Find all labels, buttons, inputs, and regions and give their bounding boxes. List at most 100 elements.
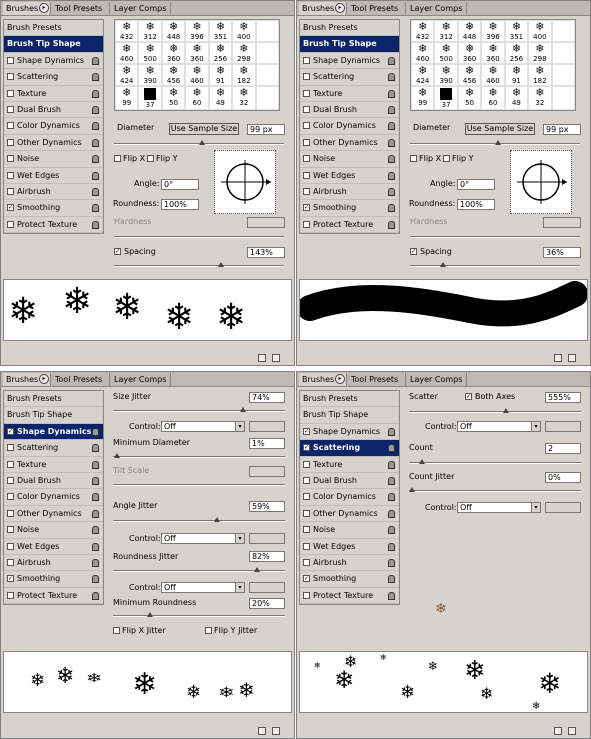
brush-tip-cell[interactable]: ❄ 32 bbox=[528, 86, 552, 110]
list-item-dual-brush[interactable]: Dual Brush bbox=[300, 473, 399, 490]
control-dropdown[interactable]: Off ▾ bbox=[161, 421, 245, 432]
slider-knob[interactable] bbox=[503, 408, 509, 413]
brush-tip-cell[interactable]: ❄ 256 bbox=[504, 42, 529, 64]
dual-brush-checkbox[interactable] bbox=[7, 105, 14, 113]
lock-icon[interactable] bbox=[388, 171, 395, 180]
lock-icon[interactable] bbox=[92, 509, 99, 518]
flip-y-checkbox[interactable] bbox=[147, 155, 154, 162]
brush-tip-cell[interactable]: ❄ 460 bbox=[481, 64, 505, 86]
list-item-wet-edges[interactable]: Wet Edges bbox=[4, 539, 103, 555]
airbrush-checkbox[interactable] bbox=[303, 558, 310, 566]
noise-checkbox[interactable] bbox=[303, 526, 310, 534]
brush-tip-cell[interactable]: ❄ 432 bbox=[115, 20, 139, 42]
lock-icon[interactable] bbox=[388, 138, 395, 147]
slider-knob[interactable] bbox=[440, 262, 446, 267]
lock-icon[interactable] bbox=[92, 460, 99, 469]
list-item-brush-tip-shape[interactable]: Brush Tip Shape bbox=[300, 36, 399, 53]
brush-tip-cell[interactable]: ❄ 182 bbox=[528, 64, 552, 86]
brush-tip-cell[interactable]: ❄ 396 bbox=[481, 20, 505, 42]
brush-tip-cell[interactable]: ❄ 456 bbox=[161, 64, 186, 86]
tab-tool-presets[interactable]: Tool Presets bbox=[52, 373, 110, 386]
list-item-scattering[interactable]: ✓ Scattering bbox=[300, 440, 399, 457]
use-sample-size-button[interactable]: Use Sample Size bbox=[465, 123, 535, 135]
list-item-shape-dynamics[interactable]: Shape Dynamics bbox=[300, 53, 399, 70]
flip-x-jitter-checkbox[interactable] bbox=[113, 627, 120, 634]
list-item-wet-edges[interactable]: Wet Edges bbox=[300, 539, 399, 555]
trash-icon[interactable] bbox=[272, 354, 280, 362]
list-item-noise[interactable]: Noise bbox=[300, 151, 399, 168]
brush-tip-cell[interactable]: ❄ 460 bbox=[411, 42, 435, 64]
lock-icon[interactable] bbox=[92, 105, 99, 114]
roundness-jitter-field[interactable]: 82% bbox=[249, 551, 285, 562]
lock-icon[interactable] bbox=[92, 558, 99, 567]
list-item-airbrush[interactable]: Airbrush bbox=[4, 184, 103, 201]
min-diameter-slider[interactable] bbox=[113, 453, 285, 458]
list-item-color-dynamics[interactable]: Color Dynamics bbox=[300, 489, 399, 506]
lock-icon[interactable] bbox=[388, 105, 395, 114]
lock-icon[interactable] bbox=[388, 73, 395, 82]
brush-tip-cell[interactable]: ❄ 360 bbox=[185, 42, 209, 64]
panel-menu-icon[interactable]: ▸ bbox=[39, 3, 49, 13]
brush-tip-cell[interactable]: ❄ 424 bbox=[115, 64, 139, 86]
lock-icon[interactable] bbox=[388, 575, 395, 584]
color-dynamics-checkbox[interactable] bbox=[7, 122, 14, 130]
list-item-brush-tip-shape[interactable]: Brush Tip Shape bbox=[4, 407, 103, 424]
slider-knob[interactable] bbox=[409, 487, 415, 492]
dual-brush-checkbox[interactable] bbox=[303, 476, 310, 484]
dual-brush-checkbox[interactable] bbox=[303, 105, 310, 113]
brush-tip-cell[interactable]: ❄ 91 bbox=[208, 64, 233, 86]
lock-icon[interactable] bbox=[92, 171, 99, 180]
scatter-field[interactable]: 555% bbox=[545, 392, 581, 403]
panel-menu-icon[interactable]: ▸ bbox=[39, 374, 49, 384]
angle-jitter-field[interactable]: 59% bbox=[249, 501, 285, 512]
brush-tip-cell[interactable]: ❄ 432 bbox=[411, 20, 435, 42]
tab-tool-presets[interactable]: Tool Presets bbox=[348, 373, 406, 386]
brush-tip-grid[interactable]: ❄ 432 ❄ 312 ❄ 448 ❄ 396 ❄ 351 ❄ 400 ❄ 460 ❄ 500 … bbox=[114, 19, 280, 111]
brush-tip-cell[interactable]: ❄ 49 bbox=[504, 86, 529, 110]
list-item-smoothing[interactable]: ✓ Smoothing bbox=[300, 200, 399, 217]
list-item-texture[interactable]: Texture bbox=[4, 86, 103, 102]
brush-tip-cell[interactable]: ❄ 60 bbox=[481, 86, 505, 110]
trash-icon[interactable] bbox=[568, 727, 576, 735]
lock-icon[interactable] bbox=[92, 591, 99, 600]
brush-tip-cell[interactable] bbox=[255, 86, 279, 110]
list-item-texture[interactable]: Texture bbox=[300, 86, 399, 102]
list-item-dual-brush[interactable]: Dual Brush bbox=[300, 102, 399, 119]
slider-knob[interactable] bbox=[214, 517, 220, 522]
brush-tip-cell[interactable] bbox=[551, 20, 575, 42]
lock-icon[interactable] bbox=[92, 493, 99, 502]
lock-icon[interactable] bbox=[92, 542, 99, 551]
protect-texture-checkbox[interactable] bbox=[303, 591, 310, 599]
brush-tip-cell[interactable]: ❄ 50 bbox=[457, 86, 482, 110]
lock-icon[interactable] bbox=[388, 509, 395, 518]
brush-tip-cell[interactable] bbox=[551, 86, 575, 110]
lock-icon[interactable] bbox=[388, 204, 395, 213]
panel-menu-icon[interactable]: ▸ bbox=[335, 374, 345, 384]
control-dropdown[interactable]: Off ▾ bbox=[161, 582, 245, 593]
brush-tip-cell[interactable]: ❄ 360 bbox=[481, 42, 505, 64]
min-roundness-slider[interactable] bbox=[113, 612, 285, 617]
scatter-slider[interactable] bbox=[409, 408, 581, 413]
lock-icon[interactable] bbox=[92, 122, 99, 131]
brush-tip-cell[interactable]: ❄ 360 bbox=[161, 42, 186, 64]
list-item-protect-texture[interactable]: Protect Texture bbox=[4, 588, 103, 605]
use-sample-size-button[interactable]: Use Sample Size bbox=[169, 123, 239, 135]
panel-menu-icon[interactable]: ▸ bbox=[335, 3, 345, 13]
slider-knob[interactable] bbox=[147, 612, 153, 617]
brush-tip-cell[interactable]: 37 bbox=[138, 86, 162, 110]
count-jitter-slider[interactable] bbox=[409, 487, 581, 492]
both-axes-checkbox[interactable]: ✓ bbox=[465, 393, 472, 400]
wet-edges-checkbox[interactable] bbox=[7, 542, 14, 550]
list-item-color-dynamics[interactable]: Color Dynamics bbox=[4, 489, 103, 506]
list-item-protect-texture[interactable]: Protect Texture bbox=[300, 217, 399, 234]
tab-layer-comps[interactable]: Layer Comps bbox=[407, 373, 467, 386]
airbrush-checkbox[interactable] bbox=[7, 187, 14, 195]
spacing-checkbox[interactable]: ✓ bbox=[410, 248, 417, 255]
brush-tip-cell[interactable]: ❄ 448 bbox=[161, 20, 186, 42]
lock-icon[interactable] bbox=[388, 56, 395, 65]
roundness-jitter-slider[interactable] bbox=[113, 567, 285, 572]
smoothing-checkbox[interactable]: ✓ bbox=[7, 575, 14, 583]
brush-tip-cell[interactable] bbox=[551, 64, 575, 86]
lock-icon[interactable] bbox=[388, 526, 395, 535]
lock-icon[interactable] bbox=[388, 542, 395, 551]
